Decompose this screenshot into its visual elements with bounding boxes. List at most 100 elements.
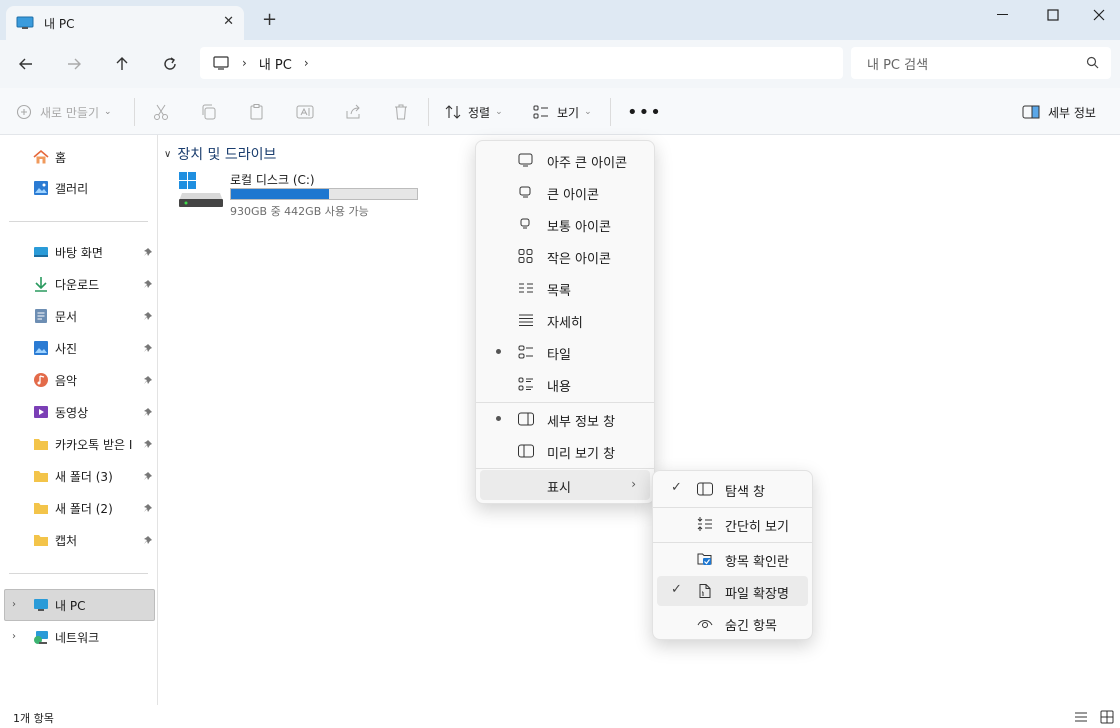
menu-item-label: 큰 아이콘	[547, 188, 599, 203]
drive-usage-bar	[230, 188, 418, 200]
menu-item-small-icons[interactable]: 작은 아이콘	[480, 241, 650, 271]
pin-icon[interactable]	[143, 502, 153, 516]
sidebar-item-folder[interactable]: 카카오톡 받은 I	[33, 433, 155, 455]
menu-item-preview-pane[interactable]: 미리 보기 창	[480, 436, 650, 466]
folder-icon	[34, 535, 48, 546]
close-window-button[interactable]	[1076, 6, 1120, 24]
sidebar-item-videos[interactable]: 동영상	[33, 401, 155, 423]
menu-item-show[interactable]: 표시 ›	[480, 470, 650, 500]
up-button[interactable]	[110, 52, 134, 76]
sidebar-item-downloads[interactable]: 다운로드	[33, 273, 155, 295]
new-button[interactable]: 새로 만들기 ⌄	[16, 102, 112, 122]
sidebar-item-documents[interactable]: 문서	[33, 305, 155, 327]
menu-item-tiles[interactable]: 타일	[480, 337, 650, 367]
menu-separator	[653, 507, 812, 508]
chevron-right-icon[interactable]: ›	[12, 599, 16, 610]
details-pane-label: 세부 정보	[1048, 105, 1096, 120]
menu-item-details[interactable]: 자세히	[480, 305, 650, 335]
drive-c[interactable]: 로컬 디스크 (C:) 930GB 중 442GB 사용 가능	[178, 171, 423, 218]
sidebar-item-folder[interactable]: 캡처	[33, 529, 155, 551]
sidebar-item-folder[interactable]: 새 폴더 (2)	[33, 497, 155, 519]
trash-icon	[395, 104, 407, 120]
menu-item-label: 타일	[547, 348, 571, 363]
sidebar-item-home[interactable]: 홈	[33, 146, 155, 168]
menu-item-compact-view[interactable]: 간단히 보기	[657, 509, 808, 539]
address-bar[interactable]: › 내 PC ›	[200, 47, 843, 79]
video-icon	[34, 406, 48, 418]
details-pane-button[interactable]: 세부 정보	[1022, 102, 1096, 122]
delete-button[interactable]	[392, 102, 410, 122]
menu-item-details-pane[interactable]: 세부 정보 창	[480, 404, 650, 434]
breadcrumb-chevron-icon[interactable]: ›	[242, 56, 247, 70]
menu-item-medium-icons[interactable]: 보통 아이콘	[480, 209, 650, 239]
sidebar-item-network[interactable]: 네트워크	[33, 626, 155, 648]
menu-item-file-extensions[interactable]: ✓ 파일 확장명	[657, 576, 808, 606]
pin-icon[interactable]	[143, 438, 153, 452]
refresh-button[interactable]	[158, 52, 182, 76]
maximize-button[interactable]	[1030, 6, 1076, 24]
menu-item-item-checkboxes[interactable]: 항목 확인란	[657, 544, 808, 574]
folder-icon	[34, 471, 48, 482]
cut-button[interactable]	[152, 102, 170, 122]
back-button[interactable]	[14, 52, 38, 76]
chevron-right-icon[interactable]: ›	[12, 631, 16, 642]
sidebar-item-gallery[interactable]: 갤러리	[33, 177, 155, 199]
list-icon	[519, 283, 533, 293]
rename-button[interactable]	[296, 102, 314, 122]
paste-button[interactable]	[248, 102, 266, 122]
search-box[interactable]: 내 PC 검색	[851, 47, 1111, 79]
menu-item-content[interactable]: 내용	[480, 369, 650, 399]
sidebar-item-music[interactable]: 음악	[33, 369, 155, 391]
monitor-icon	[518, 153, 533, 167]
checkmark-icon: ✓	[671, 582, 682, 597]
pin-icon[interactable]	[143, 278, 153, 292]
sort-label: 정렬	[468, 105, 491, 120]
selected-bullet-icon	[496, 349, 501, 354]
breadcrumb-chevron-icon[interactable]: ›	[304, 56, 309, 70]
share-button[interactable]	[344, 102, 362, 122]
content-icon	[518, 377, 533, 391]
copy-button[interactable]	[200, 102, 218, 122]
pin-icon[interactable]	[143, 342, 153, 356]
menu-item-navigation-pane[interactable]: ✓ 탐색 창	[657, 474, 808, 504]
more-icon: •••	[627, 101, 662, 123]
group-header-devices[interactable]: ∨ 장치 및 드라이브	[164, 144, 276, 164]
tiles-view-icon[interactable]	[1100, 710, 1114, 727]
pin-icon[interactable]	[143, 374, 153, 388]
menu-separator	[476, 468, 654, 469]
menu-item-hidden-items[interactable]: 숨긴 항목	[657, 608, 808, 638]
menu-item-extra-large-icons[interactable]: 아주 큰 아이콘	[480, 145, 650, 175]
menu-item-list[interactable]: 목록	[480, 273, 650, 303]
close-tab-icon[interactable]: ✕	[223, 14, 234, 29]
breadcrumb-this-pc[interactable]: 내 PC	[259, 54, 292, 73]
pin-icon[interactable]	[143, 534, 153, 548]
sort-button[interactable]: 정렬 ⌄	[445, 102, 503, 122]
view-menu: 아주 큰 아이콘 큰 아이콘 보통 아이콘 작은 아이콘 목록 자세히 타일 내…	[475, 140, 655, 504]
details-pane-icon	[518, 412, 534, 426]
sidebar-item-pictures[interactable]: 사진	[33, 337, 155, 359]
pin-icon[interactable]	[143, 310, 153, 324]
pin-icon[interactable]	[143, 246, 153, 260]
sidebar-item-desktop[interactable]: 바탕 화면	[33, 241, 155, 263]
details-icon	[519, 314, 533, 326]
pin-icon[interactable]	[143, 406, 153, 420]
tab-this-pc[interactable]: 내 PC ✕	[6, 6, 244, 40]
sidebar-item-this-pc[interactable]: 내 PC	[33, 594, 155, 616]
monitor-icon	[16, 16, 34, 29]
details-pane-icon	[1022, 105, 1040, 119]
view-button[interactable]: 보기 ⌄	[533, 102, 592, 122]
minimize-button[interactable]	[980, 6, 1026, 24]
menu-item-large-icons[interactable]: 큰 아이콘	[480, 177, 650, 207]
details-view-icon[interactable]	[1074, 711, 1088, 726]
item-count: 1개 항목	[13, 712, 54, 725]
sidebar-item-folder[interactable]: 새 폴더 (3)	[33, 465, 155, 487]
new-tab-button[interactable]: +	[262, 11, 277, 29]
more-options-button[interactable]: •••	[627, 101, 662, 123]
drive-space-info: 930GB 중 442GB 사용 가능	[230, 205, 369, 218]
selected-bullet-icon	[496, 416, 501, 421]
network-icon	[34, 631, 48, 644]
pin-icon[interactable]	[143, 470, 153, 484]
sidebar-item-label: 내 PC	[55, 598, 86, 613]
forward-button[interactable]	[62, 52, 86, 76]
chevron-down-icon: ⌄	[104, 107, 112, 117]
